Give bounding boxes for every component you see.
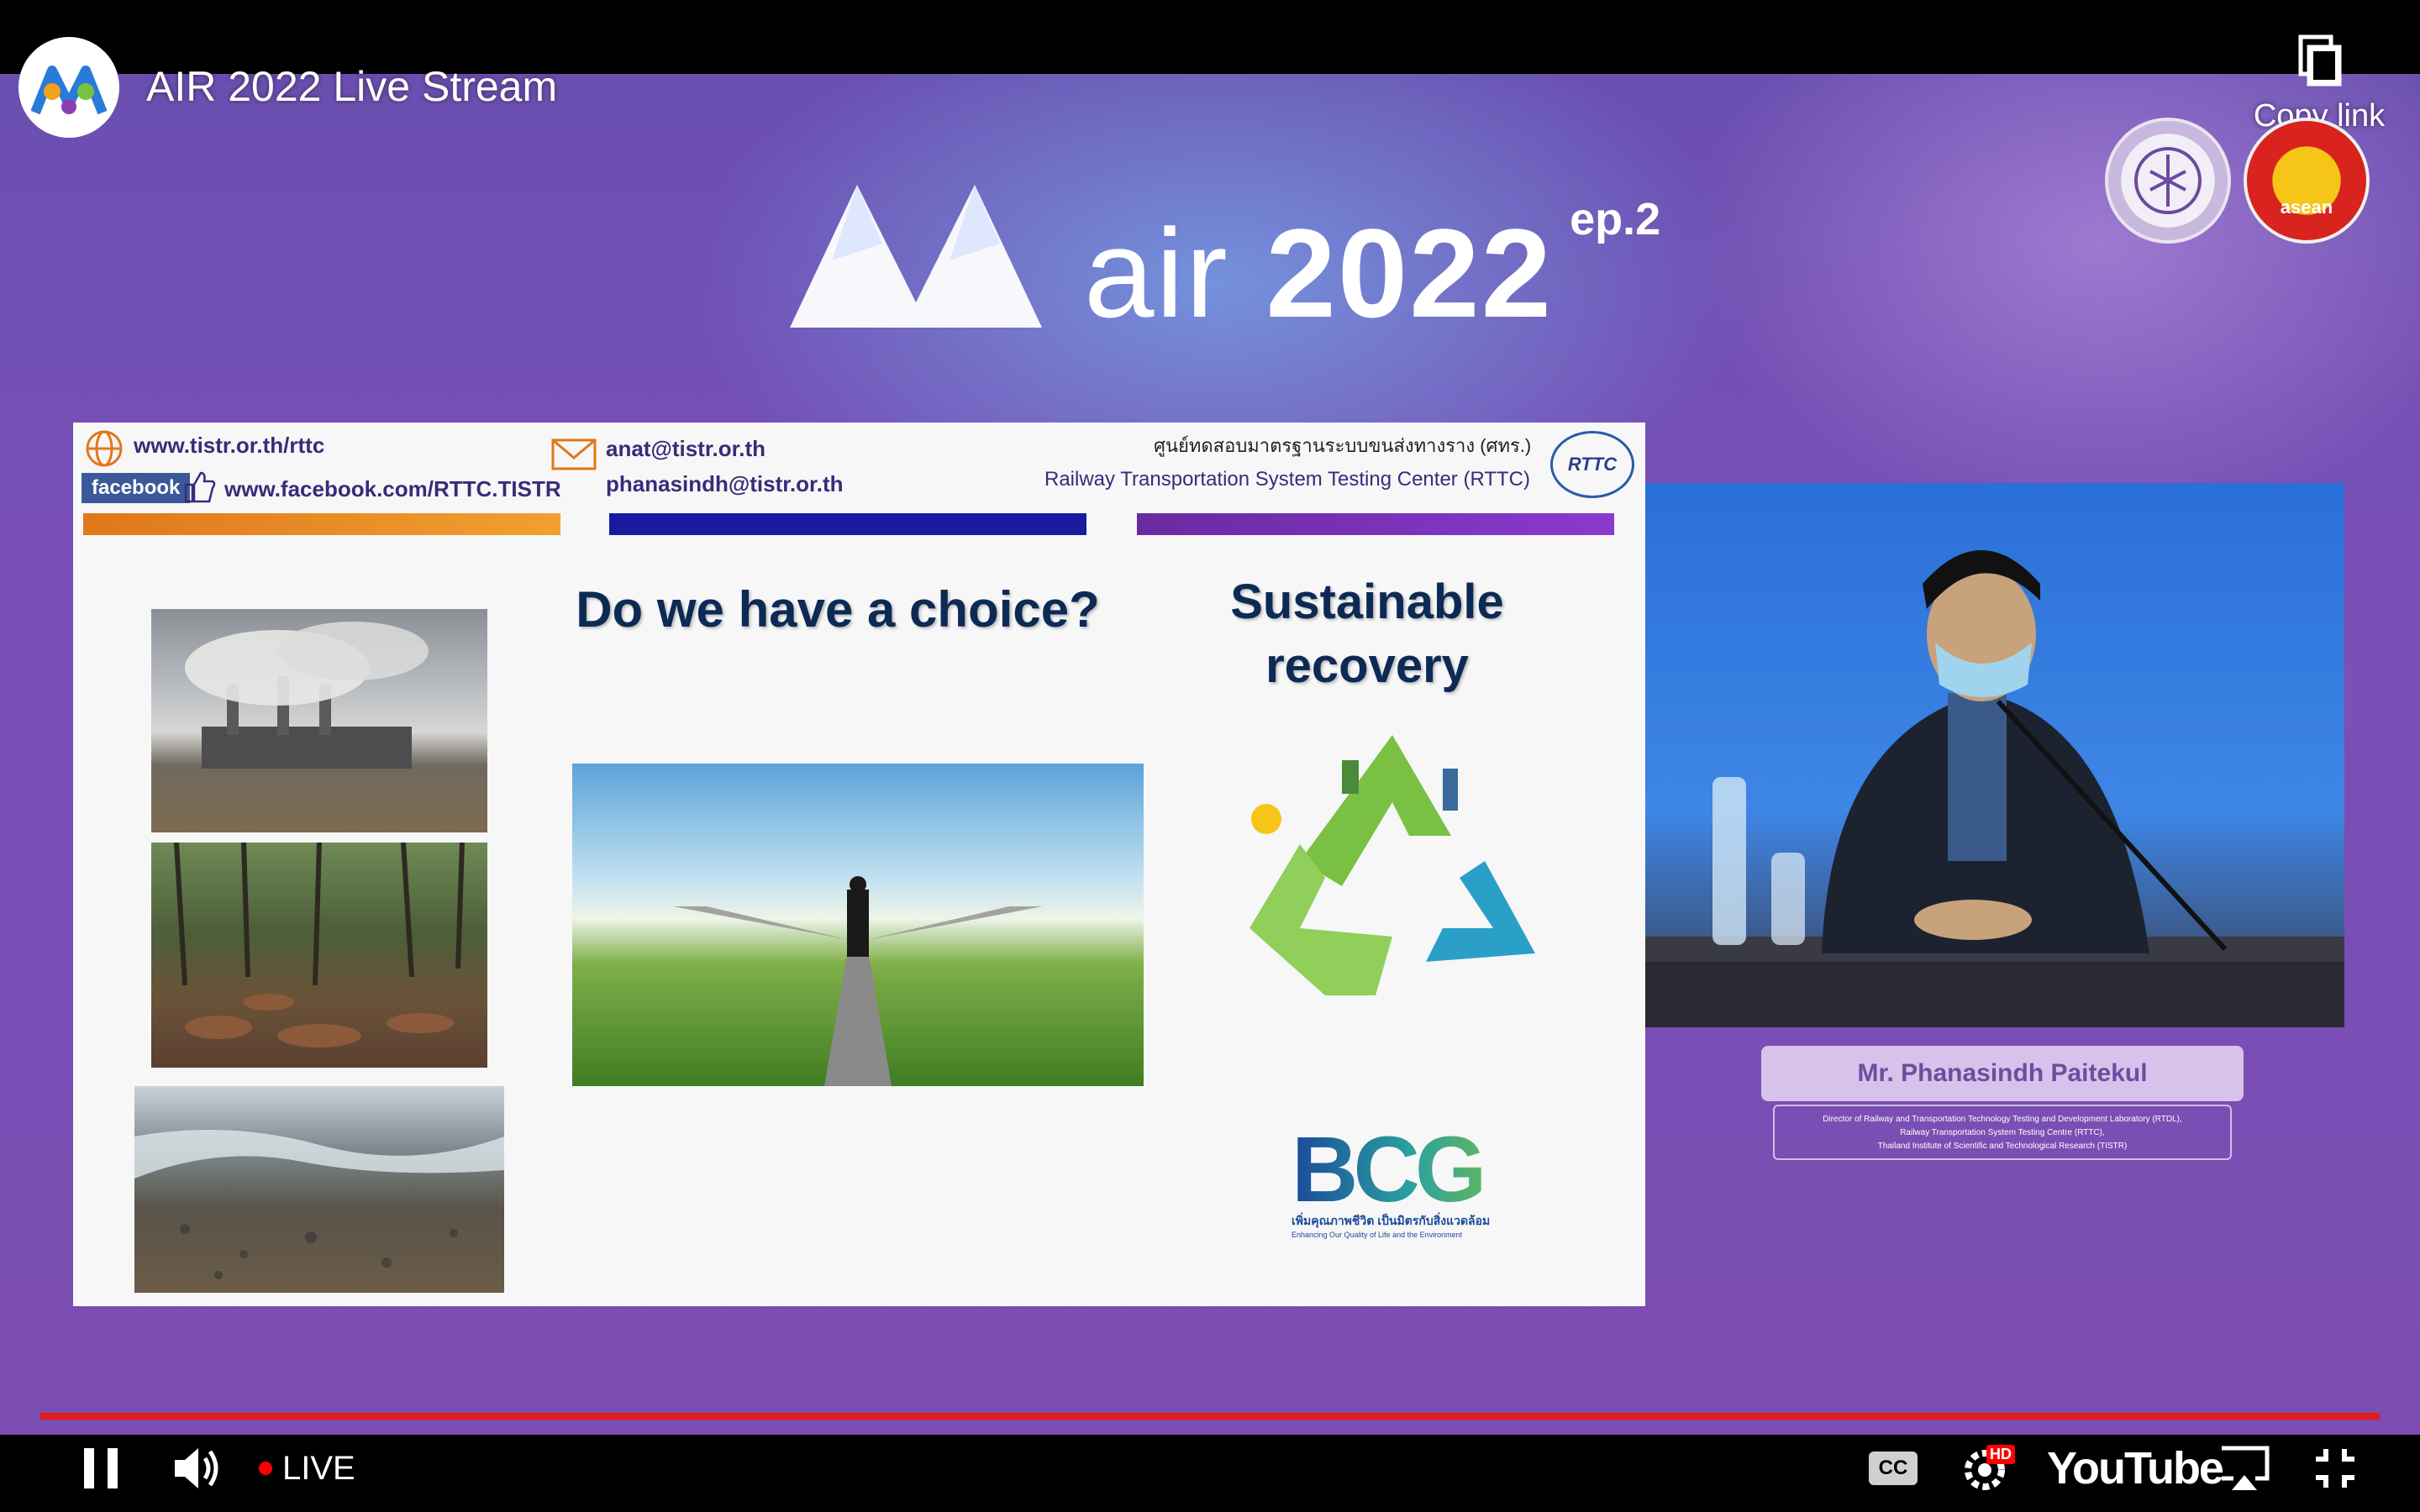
subtitles-button[interactable]: CC	[1869, 1443, 1918, 1494]
ministry-seal-icon	[2105, 118, 2231, 244]
live-label: LIVE	[282, 1449, 355, 1487]
thumbs-up-icon	[184, 471, 216, 503]
event-name-air: air	[1084, 202, 1229, 344]
speaker-camera-feed	[1645, 483, 2344, 1027]
youtube-logo-button[interactable]: YouTube	[2047, 1443, 2224, 1494]
airplay-button[interactable]	[2215, 1443, 2274, 1494]
presentation-slide: www.tistr.or.th/rttc facebook www.facebo…	[73, 423, 1645, 1306]
event-name: air 2022	[1084, 210, 1553, 336]
live-indicator[interactable]: LIVE	[259, 1443, 355, 1494]
exit-fullscreen-icon	[2316, 1449, 2354, 1488]
globe-icon	[86, 430, 123, 467]
rttc-logo-text: RTTC	[1567, 454, 1618, 475]
speaker-title-line-2: Railway Transportation System Testing Ce…	[1900, 1128, 2105, 1137]
slide-heading-sustainable-line-1: Sustainable	[1230, 575, 1504, 629]
deforestation-image	[151, 842, 487, 1068]
cc-label: CC	[1878, 1457, 1908, 1479]
center-name-en: Railway Transportation System Testing Ce…	[1044, 468, 1530, 491]
youtube-logo-text: YouTube	[2047, 1443, 2224, 1494]
website-text: www.tistr.or.th/rttc	[134, 433, 325, 458]
pause-icon	[84, 1448, 118, 1488]
slide-heading-sustainable-line-2: recovery	[1265, 638, 1469, 693]
email-2-text: phanasindh@tistr.or.th	[606, 471, 844, 496]
live-dot-icon	[259, 1462, 272, 1475]
volume-button[interactable]	[171, 1443, 225, 1494]
polluted-beach-image	[134, 1086, 504, 1293]
slide-heading-sustainable: Sustainable recovery	[1199, 570, 1535, 698]
slide-heading-choice: Do we have a choice?	[576, 581, 1100, 638]
volume-icon	[175, 1448, 218, 1488]
airplay-icon	[2222, 1446, 2270, 1490]
progress-bar[interactable]	[40, 1413, 2380, 1420]
purple-bar	[1137, 513, 1614, 535]
email-1-text: anat@tistr.or.th	[606, 436, 766, 461]
bcg-logo-text: BCG	[1292, 1124, 1527, 1216]
speaker-title-plate: Director of Railway and Transportation T…	[1773, 1105, 2232, 1160]
recycle-city-icon	[1249, 735, 1535, 995]
exit-fullscreen-button[interactable]	[2312, 1443, 2358, 1494]
channel-avatar[interactable]	[18, 37, 119, 138]
center-name-th: ศูนย์ทดสอบมาตรฐานระบบขนส่งทางราง (ศทร.)	[1154, 435, 1532, 456]
bcg-tagline-th: เพิ่มคุณภาพชีวิต เป็นมิตรกับสิ่งแวดล้อม	[1292, 1214, 1491, 1227]
orange-bar	[83, 513, 560, 535]
air-logo-icon	[31, 66, 107, 115]
bcg-tagline-en: Enhancing Our Quality of Life and the En…	[1292, 1231, 1463, 1239]
crossroads-image	[572, 764, 1144, 1086]
video-title[interactable]: AIR 2022 Live Stream	[146, 62, 557, 111]
speaker-name-plate: Mr. Phanasindh Paitekul	[1761, 1046, 2244, 1101]
bcg-logo: BCG เพิ่มคุณภาพชีวิต เป็นมิตรกับสิ่งแวดล…	[1292, 1124, 1527, 1240]
facebook-badge: facebook	[82, 473, 191, 503]
pause-button[interactable]	[76, 1443, 126, 1494]
facebook-url-text: www.facebook.com/RTTC.TISTR	[224, 476, 561, 501]
envelope-icon	[551, 438, 597, 470]
rttc-logo: RTTC	[1550, 431, 1634, 498]
event-logo: air 2022 ep.2	[781, 160, 1660, 336]
settings-button[interactable]: HD	[1961, 1443, 2015, 1494]
hd-badge: HD	[1986, 1445, 2015, 1464]
factory-smoke-image	[151, 609, 487, 832]
asean-seal-icon: asean	[2244, 118, 2370, 244]
event-year: 2022	[1265, 202, 1554, 344]
cc-icon: CC	[1869, 1452, 1918, 1485]
asean-seal-text: asean	[2280, 197, 2333, 218]
speaker-title-line-3: Thailand Institute of Scientific and Tec…	[1877, 1142, 2128, 1151]
speaker-title-line-1: Director of Railway and Transportation T…	[1823, 1115, 2182, 1124]
blue-bar	[609, 513, 1086, 535]
air-mountain-logo-icon	[790, 185, 1042, 328]
copy-icon	[2298, 34, 2342, 87]
event-episode: ep.2	[1570, 194, 1661, 244]
